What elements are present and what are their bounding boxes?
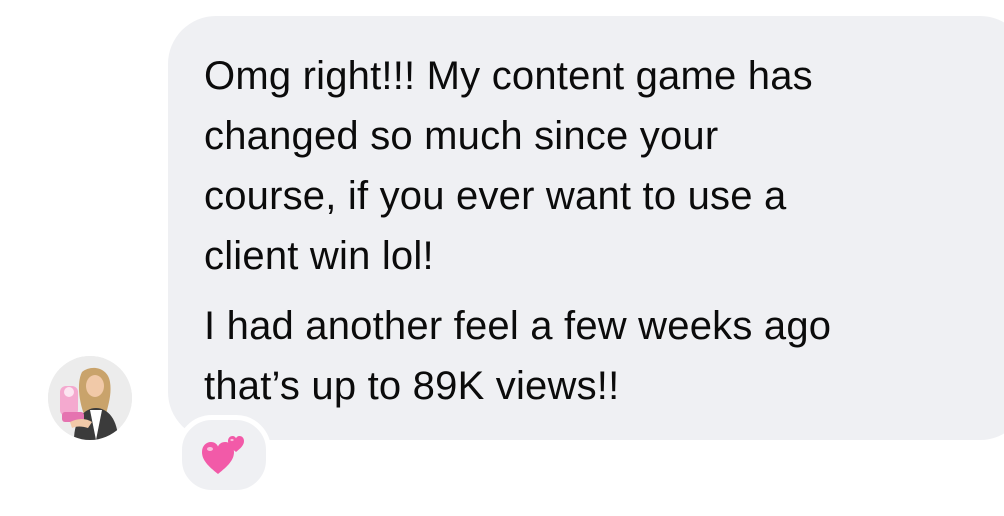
sender-avatar[interactable] (48, 356, 132, 440)
message-line: Omg right!!! My content game has (204, 54, 813, 98)
two-hearts-icon (202, 436, 244, 474)
message-line: changed so much since your (204, 114, 719, 158)
dm-thread: Omg right!!! My content game has changed… (0, 0, 1004, 516)
reaction-badge[interactable] (177, 415, 271, 495)
message-line: client win lol! (204, 234, 434, 278)
avatar-photo (48, 356, 132, 440)
message-line: that’s up to 89K views!! (204, 364, 620, 408)
message-line: course, if you ever want to use a (204, 174, 787, 218)
message-line: I had another feel a few weeks ago (204, 304, 832, 348)
message-text: Omg right!!! My content game has changed… (204, 46, 984, 416)
